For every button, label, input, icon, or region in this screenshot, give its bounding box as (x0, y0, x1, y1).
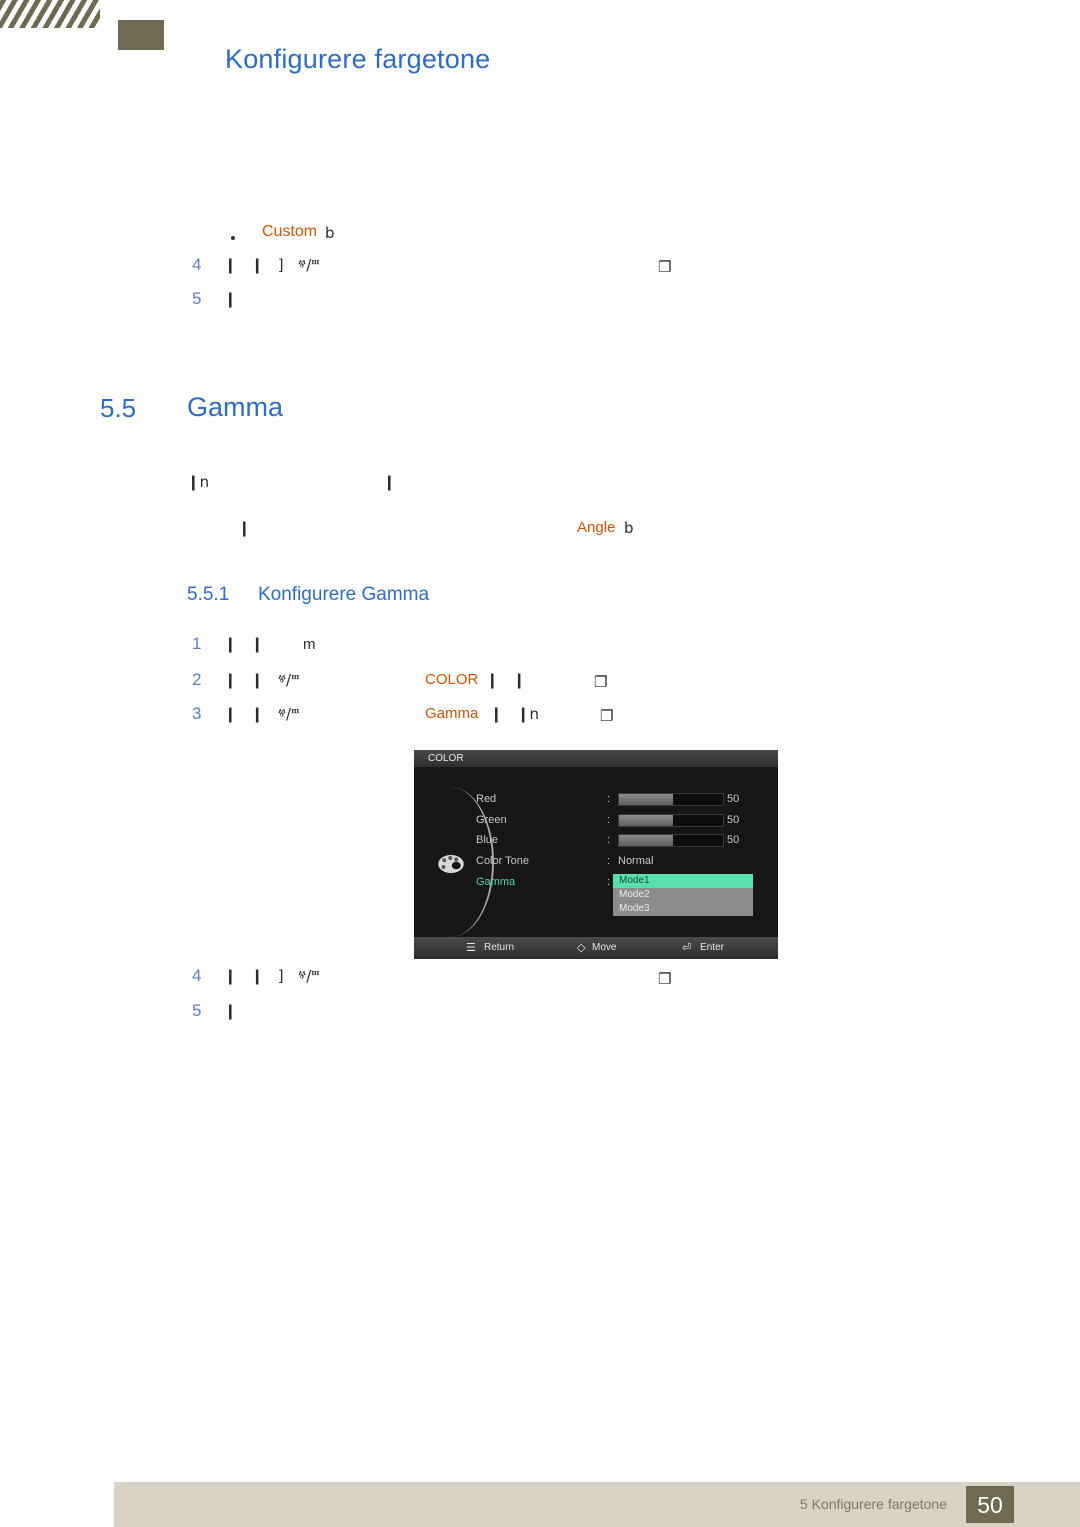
intro-line2-left-glyph: ❙ (238, 519, 251, 537)
osd-colon-gamma: : (607, 876, 611, 888)
subsection-number: 5.5.1 (187, 584, 230, 605)
step-number-5-bottom: 5 (192, 1001, 202, 1020)
osd-body: Red : 50 Green : 50 Blue : 50 Color Tone… (414, 767, 778, 937)
page-title: Konfigurere fargetone (225, 44, 491, 74)
step-5-top-glyphs: ❙ (224, 290, 237, 308)
step-number-5-top: 5 (192, 289, 202, 308)
step-number-2: 2 (192, 670, 202, 689)
osd-row-label-gamma: Gamma (476, 876, 516, 888)
header-band-white (100, 0, 1080, 28)
osd-slider-red-fill (619, 794, 673, 805)
step-number-4-bottom: 4 (192, 966, 202, 985)
osd-value-blue: 50 (727, 834, 740, 846)
step-1-glyphs: ❙ ❙ (224, 635, 264, 653)
move-diamond-icon: ◇ (577, 941, 586, 954)
step-5-bottom-glyphs: ❙ (224, 1002, 237, 1020)
osd-colon-blue: : (607, 834, 611, 846)
step-3-after-glyphs: ❙ ❙n (490, 705, 539, 723)
section-title: Gamma (187, 392, 284, 422)
osd-menu-screenshot: COLOR Red : 50 Green : 50 Blue : 50 Colo… (414, 750, 778, 959)
step-2-target-color-menu: COLOR (425, 671, 479, 688)
footer-chapter-label: 5 Konfigurere fargetone (799, 1496, 947, 1512)
step-number-1: 1 (192, 634, 202, 653)
intro-line1-left-glyph: ❙n (187, 473, 210, 491)
subsection-title: Konfigurere Gamma (258, 584, 430, 605)
palette-icon (438, 855, 464, 873)
step-4-top-end-glyph: ❐ (658, 258, 672, 276)
osd-value-green: 50 (727, 814, 740, 826)
step-2-after-glyphs: ❙ ❙ (486, 671, 526, 689)
osd-slider-green-fill (619, 815, 673, 826)
step-3-glyphs: ❙ ❙ ⱍ/ⱎ (224, 705, 300, 723)
custom-option-suffix-glyph: b (325, 224, 335, 242)
osd-value-red: 50 (727, 793, 740, 805)
osd-row-label-red: Red (476, 793, 497, 805)
custom-option-label: Custom (262, 223, 318, 240)
osd-titlebar: COLOR (414, 750, 778, 767)
step-3-target-gamma-menu: Gamma (425, 705, 479, 722)
osd-title-label: COLOR (428, 753, 464, 764)
step-number-3: 3 (192, 704, 202, 723)
osd-slider-blue-fill (619, 835, 673, 846)
angle-reference-link[interactable]: Angle (577, 519, 615, 536)
osd-row-label-green: Green (476, 814, 507, 826)
osd-footer-bar: ☰ Return ◇ Move ⏎ Enter (414, 937, 778, 959)
osd-footer-return-label[interactable]: Return (484, 942, 514, 953)
osd-gamma-option-mode3[interactable]: Mode3 (613, 902, 753, 916)
osd-slider-red[interactable] (618, 793, 724, 806)
osd-footer-enter-label[interactable]: Enter (700, 942, 724, 953)
section-number: 5.5 (100, 393, 137, 423)
enter-icon: ⏎ (682, 941, 692, 954)
step-4-bottom-glyphs: ❙ ❙ ] ⱍ/ⱎ (224, 967, 320, 985)
osd-slider-blue[interactable] (618, 834, 724, 847)
step-number-4-top: 4 (192, 255, 202, 274)
angle-reference-suffix-glyph: b (624, 519, 634, 537)
header-chapter-tab (118, 20, 164, 50)
step-4-top-glyphs: ❙ ❙ ] ⱍ/ⱎ (224, 256, 320, 274)
header-hatch-decoration (0, 0, 100, 28)
step-4-bottom-end-glyph: ❐ (658, 970, 672, 988)
return-icon: ☰ (466, 941, 476, 954)
step-2-end-glyph: ❐ (594, 673, 608, 691)
bullet-point-marker (231, 236, 235, 240)
osd-row-label-blue: Blue (476, 834, 499, 846)
step-1-extra-text: m (303, 636, 316, 653)
osd-colon-red: : (607, 793, 611, 805)
osd-value-color-tone: Normal (618, 855, 654, 867)
step-2-glyphs: ❙ ❙ ⱍ/ⱎ (224, 671, 300, 689)
osd-row-label-color-tone: Color Tone (476, 855, 529, 867)
osd-colon-color-tone: : (607, 855, 611, 867)
osd-colon-green: : (607, 814, 611, 826)
osd-gamma-option-mode2[interactable]: Mode2 (613, 888, 753, 902)
osd-gamma-option-mode1[interactable]: Mode1 (613, 874, 753, 888)
osd-footer-move-label[interactable]: Move (592, 942, 616, 953)
intro-line1-right-glyph: ❙ (383, 473, 396, 491)
step-3-end-glyph: ❐ (600, 707, 614, 725)
footer-page-number: 50 (977, 1492, 1003, 1518)
osd-slider-green[interactable] (618, 814, 724, 827)
